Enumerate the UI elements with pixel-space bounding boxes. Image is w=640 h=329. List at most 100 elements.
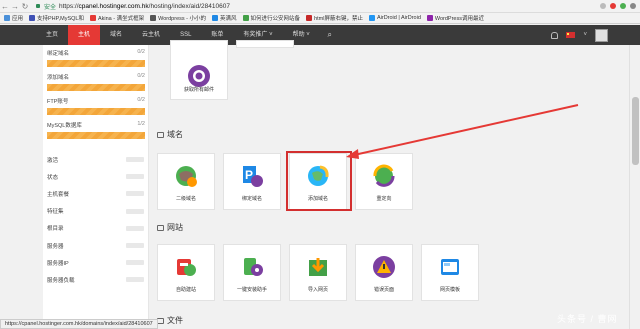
info-label: 状态 [47,174,59,181]
auto-installer-card[interactable]: 一键安装助手 [223,244,281,301]
account-info-row: 根目录 [43,220,148,237]
page-scrollbar[interactable] [629,45,640,329]
info-label: 服务器 [47,243,64,250]
info-label: 服务器IP [47,260,69,267]
bookmark-item[interactable]: WordPress调用最近 [426,14,484,22]
section-title-text: 文件 [167,316,183,325]
template-card[interactable]: 网页模板 [421,244,479,301]
bookmark-label: Akina - 满坐式框架 [97,16,145,22]
avatar[interactable] [595,28,608,42]
url-path: /hosting/index/aid/28410607 [148,2,230,10]
search-icon[interactable]: ⌕ [320,30,340,40]
section-title-files: 文件 [157,315,183,326]
flag-icon[interactable] [566,32,576,38]
card-label: 网页模板 [439,287,460,293]
bookmark-item[interactable]: Wordpress - 小小的 [150,14,206,22]
nav-item[interactable]: 云主机 [132,25,170,45]
nav-item[interactable]: 域名 [100,25,132,45]
card-label: 绑定域名 [241,196,262,202]
info-label: 特征集 [47,209,64,216]
star-icon[interactable] [600,3,606,9]
website-builder-card[interactable]: 自助建站 [157,244,215,301]
status-bar: https://cpanel.hostinger.com.hk/domains/… [0,319,158,329]
bell-icon[interactable] [551,31,559,39]
bookmark-label: 英满风 [220,16,237,22]
back-icon[interactable]: ← [0,0,10,13]
info-value-redacted [126,157,144,163]
parked-domain-icon: P [240,164,264,188]
card-label: 自助建站 [175,287,196,293]
info-value-redacted [126,225,144,231]
nav-item[interactable]: 主机 [68,25,101,45]
import-card[interactable]: 导入网页 [289,244,347,301]
extension-icon[interactable] [620,3,626,9]
email-card[interactable]: 获取所有邮件 [170,40,228,100]
usage-progress-bar [47,60,145,67]
section-title-domain: 域名 [157,129,183,140]
usage-label: 添加域名 [47,75,70,81]
template-icon [438,255,462,279]
card-label: 导入网页 [307,287,328,293]
account-info-row: 状态 [43,168,148,185]
reload-icon[interactable]: ↻ [20,0,30,13]
card-label: 获取所有邮件 [183,87,214,93]
nav-item[interactable]: 主页 [36,25,68,45]
bookmark-item[interactable]: 应用 [4,14,23,22]
url-prefix: https:// [59,2,79,10]
info-label: 主机套餐 [47,191,70,198]
account-info-row: 特征集 [43,203,148,220]
subdomain-icon [174,164,198,188]
bookmark-label: WordPress调用最近 [434,16,484,22]
sidebar: 绑定域名 0/2 添加域名 0/2 FTP账号 0/2 MySQL数据库 1/2 激活 状态 主机… [43,45,149,329]
account-info-row: 服务器 [43,237,148,254]
card-label: 错误页面 [373,287,394,293]
subdomain-card[interactable]: 二级域名 [157,153,215,210]
section-title-text: 域名 [167,130,183,139]
address-bar: ← → ↻ 安全 https://cpanel.hostinger.com.hk… [0,0,640,13]
file-icon [157,317,164,324]
usage-label: FTP账号 [47,99,69,105]
card-label: 二级域名 [175,196,196,202]
bookmark-item[interactable]: AirDroid | AirDroid [368,15,421,21]
redirect-icon [372,164,396,188]
chevron-down-icon[interactable]: ˅ [583,32,587,38]
secure-label: 安全 [44,4,57,11]
import-icon [306,255,330,279]
account-info-row: 主机套餐 [43,185,148,202]
parked-domain-card[interactable]: P 绑定域名 [223,153,281,210]
extension-icon[interactable] [610,3,616,9]
bookmark-label: 如何进行公安网站备 [250,16,301,22]
bookmark-item[interactable]: html屏蔽右键，禁止 [306,14,363,22]
url-host: cpanel.hostinger.com.hk [78,2,149,10]
bookmark-favicon-icon [89,15,96,21]
info-value-redacted [126,174,144,180]
card-top-partial[interactable] [236,40,294,48]
globe-icon [157,131,164,138]
bookmark-item[interactable]: 如何进行公安网站备 [242,14,301,22]
bookmark-favicon-icon [426,15,433,21]
bookmarks-bar: 应用 支持PHP,MySQL和 Akina - 满坐式框架 Wordpress - 小… [0,13,640,24]
info-value-redacted [126,191,144,197]
bookmark-label: 应用 [12,16,24,22]
usage-stat: 绑定域名 0/2 [43,45,148,69]
scrollbar-thumb[interactable] [632,97,639,165]
info-label: 根目录 [47,226,64,233]
usage-progress-bar [47,108,145,115]
info-value-redacted [126,243,144,249]
bookmark-item[interactable]: 支持PHP,MySQL和 [29,14,84,22]
bookmark-favicon-icon [368,15,375,21]
url-field[interactable]: https://cpanel.hostinger.com.hk/hosting/… [59,3,230,10]
bookmark-label: AirDroid | AirDroid [376,15,421,21]
bookmark-label: 支持PHP,MySQL和 [37,16,84,22]
error-page-card[interactable]: 错误页面 [355,244,413,301]
menu-icon[interactable] [630,3,636,9]
annotation-arrow [346,104,579,159]
bookmark-item[interactable]: Akina - 满坐式框架 [89,14,145,22]
watermark: 头条号 / 曹网 [557,314,618,324]
bookmark-item[interactable]: 英满风 [212,14,237,22]
lock-icon [36,4,40,8]
website-builder-icon [174,255,198,279]
forward-icon[interactable]: → [10,0,20,13]
auto-installer-icon [240,255,264,279]
browser-actions [600,3,640,9]
